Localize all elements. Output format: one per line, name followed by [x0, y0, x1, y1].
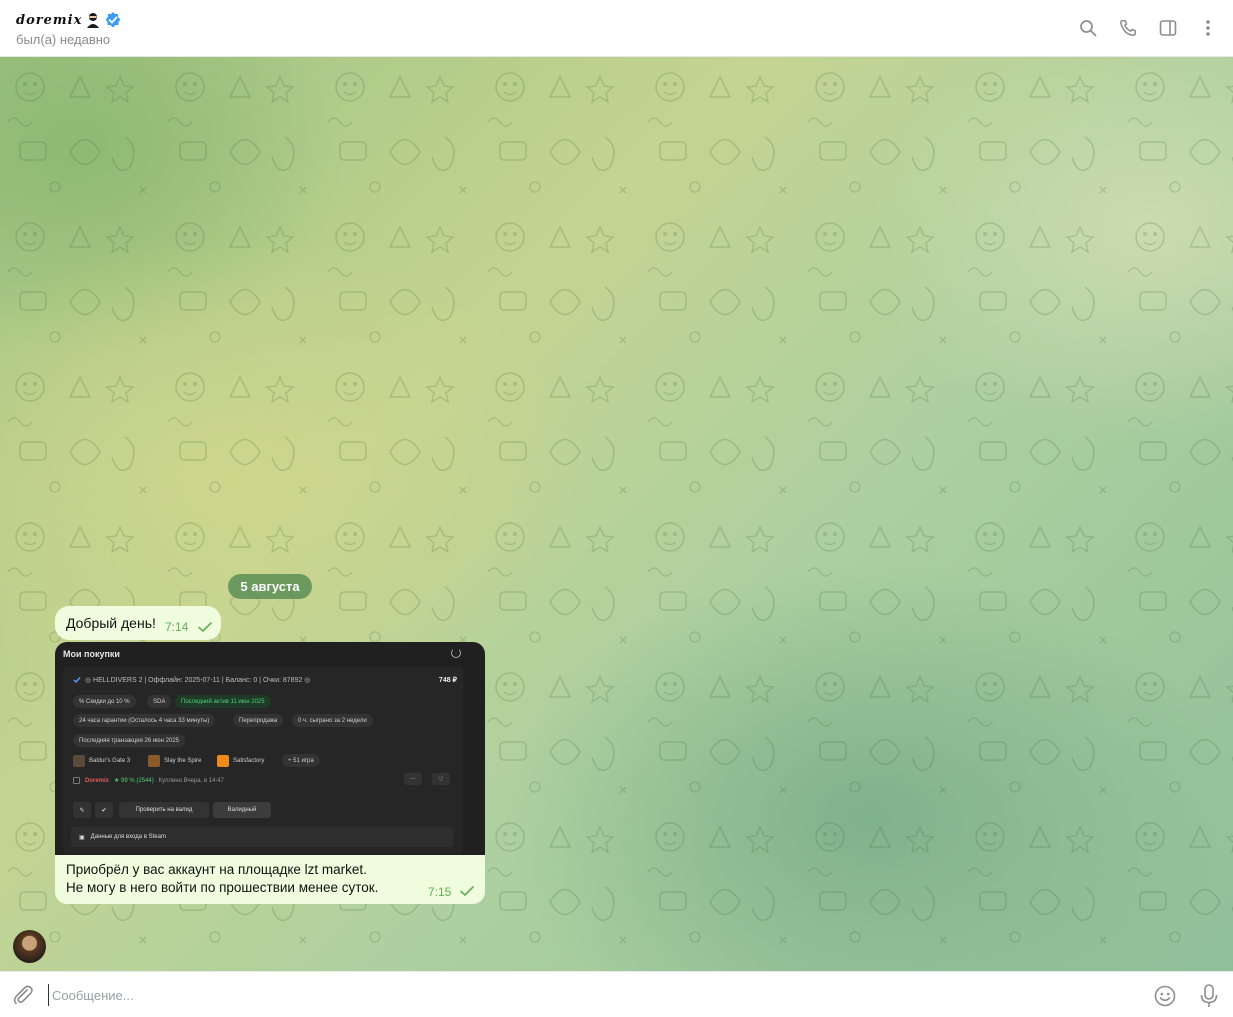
- search-icon: [1080, 20, 1097, 37]
- ninja-emoji-icon: [87, 13, 100, 28]
- game-name: Baldur's Gate 3: [89, 758, 131, 764]
- chat-title[interactable]: doremix: [16, 11, 122, 29]
- chat-header: doremix был(а) недавно: [0, 0, 1233, 57]
- header-actions: [1077, 17, 1219, 39]
- game-icon: [217, 755, 229, 767]
- lock-icon: ▣: [79, 834, 85, 841]
- more-menu-button[interactable]: [1197, 17, 1219, 39]
- tag-pill-green: Последний актив 11 июн 2025: [175, 695, 271, 708]
- purchase-line: ◎ HELLDIVERS 2 | Оффлайн: 2025-07-11 | Б…: [73, 676, 310, 684]
- edit-icon: ✎: [73, 802, 91, 818]
- purchase-info: ◎ HELLDIVERS 2 | Оффлайн: 2025-07-11 | Б…: [85, 677, 311, 684]
- message-composer: [0, 971, 1233, 1017]
- chat-name[interactable]: doremix: [16, 13, 82, 28]
- refresh-icon: [451, 648, 461, 658]
- more-options-icon: ···: [404, 773, 422, 785]
- game-item: Slay the Spire: [148, 755, 201, 767]
- read-check-icon: [460, 886, 474, 896]
- message-text: Добрый день!: [66, 615, 156, 631]
- phone-icon: [1120, 20, 1136, 36]
- message-caption: Приобрёл у вас аккаунт на площадке lzt m…: [66, 861, 378, 897]
- sender-avatar[interactable]: [13, 930, 46, 963]
- screenshot-title: Мои покупки: [63, 649, 120, 659]
- tag-pill: SDA: [147, 695, 172, 708]
- game-icon: [148, 755, 160, 767]
- game-item: Baldur's Gate 3: [73, 755, 130, 767]
- check-valid-button: Проверить на валид: [119, 802, 209, 818]
- tag-pill: % Скидки до 10 %: [73, 695, 136, 708]
- sidebar-panel-icon: [1159, 20, 1177, 36]
- seller-rating: ★ 99 % (2544): [114, 778, 154, 784]
- check-icon: ✔: [95, 802, 113, 818]
- call-button[interactable]: [1117, 17, 1139, 39]
- sidebar-toggle-button[interactable]: [1157, 17, 1179, 39]
- message-time: 7:15: [428, 885, 452, 899]
- more-vertical-icon: [1206, 20, 1210, 36]
- seller-name: Doremix: [85, 777, 110, 784]
- game-name: Satisfactory: [233, 758, 265, 764]
- steam-credentials-row: ▣ Данные для входа в Steam: [71, 827, 453, 847]
- caption-line: Не могу в него войти по прошествии менее…: [66, 880, 379, 895]
- tag-pill: 0 ч. сыграно за 2 недели: [292, 714, 373, 727]
- microphone-icon[interactable]: [1198, 983, 1220, 1009]
- emoji-icon[interactable]: [1153, 984, 1177, 1008]
- valid-status-button: Валидный: [213, 802, 271, 818]
- game-name: Slay the Spire: [164, 758, 202, 764]
- verified-badge-icon: [105, 12, 121, 28]
- message-time: 7:14: [165, 620, 189, 634]
- purchase-card: ◎ HELLDIVERS 2 | Оффлайн: 2025-07-11 | Б…: [63, 667, 463, 853]
- favorite-icon: ♡: [432, 773, 450, 785]
- chat-status: был(а) недавно: [16, 32, 111, 47]
- steam-label: Данные для входа в Steam: [90, 834, 166, 840]
- message-bubble[interactable]: Добрый день! 7:14: [55, 606, 221, 640]
- tag-pill: Перепродажа: [233, 714, 284, 727]
- message-input[interactable]: [48, 984, 1128, 1006]
- more-games-pill: + 51 игра: [282, 754, 320, 767]
- seller-row: Doremix ★ 99 % (2544) Куплено Вчера, в 1…: [73, 777, 224, 784]
- game-icon: [73, 755, 85, 767]
- attach-paperclip-icon[interactable]: [12, 984, 34, 1006]
- caption-line: Приобрёл у вас аккаунт на площадке lzt m…: [66, 862, 367, 877]
- search-button[interactable]: [1077, 17, 1099, 39]
- purchase-time: Куплено Вчера, в 14:47: [158, 777, 224, 784]
- check-icon: [73, 677, 81, 684]
- message-bubble-photo[interactable]: Мои покупки ◎ HELLDIVERS 2 | Оффлайн: 20…: [55, 642, 485, 904]
- date-separator: 5 августа: [228, 574, 312, 599]
- purchase-price: 748 ₽: [438, 677, 457, 684]
- tag-pill: 24 часа гарантии (Осталось 4 часа 33 мин…: [73, 714, 216, 727]
- tag-pill: Последняя транзакция 26 июн 2025: [73, 734, 186, 747]
- game-item: Satisfactory: [217, 755, 264, 767]
- select-checkbox[interactable]: [73, 777, 80, 784]
- attached-screenshot[interactable]: Мои покупки ◎ HELLDIVERS 2 | Оффлайн: 20…: [55, 642, 485, 855]
- read-check-icon: [198, 622, 212, 632]
